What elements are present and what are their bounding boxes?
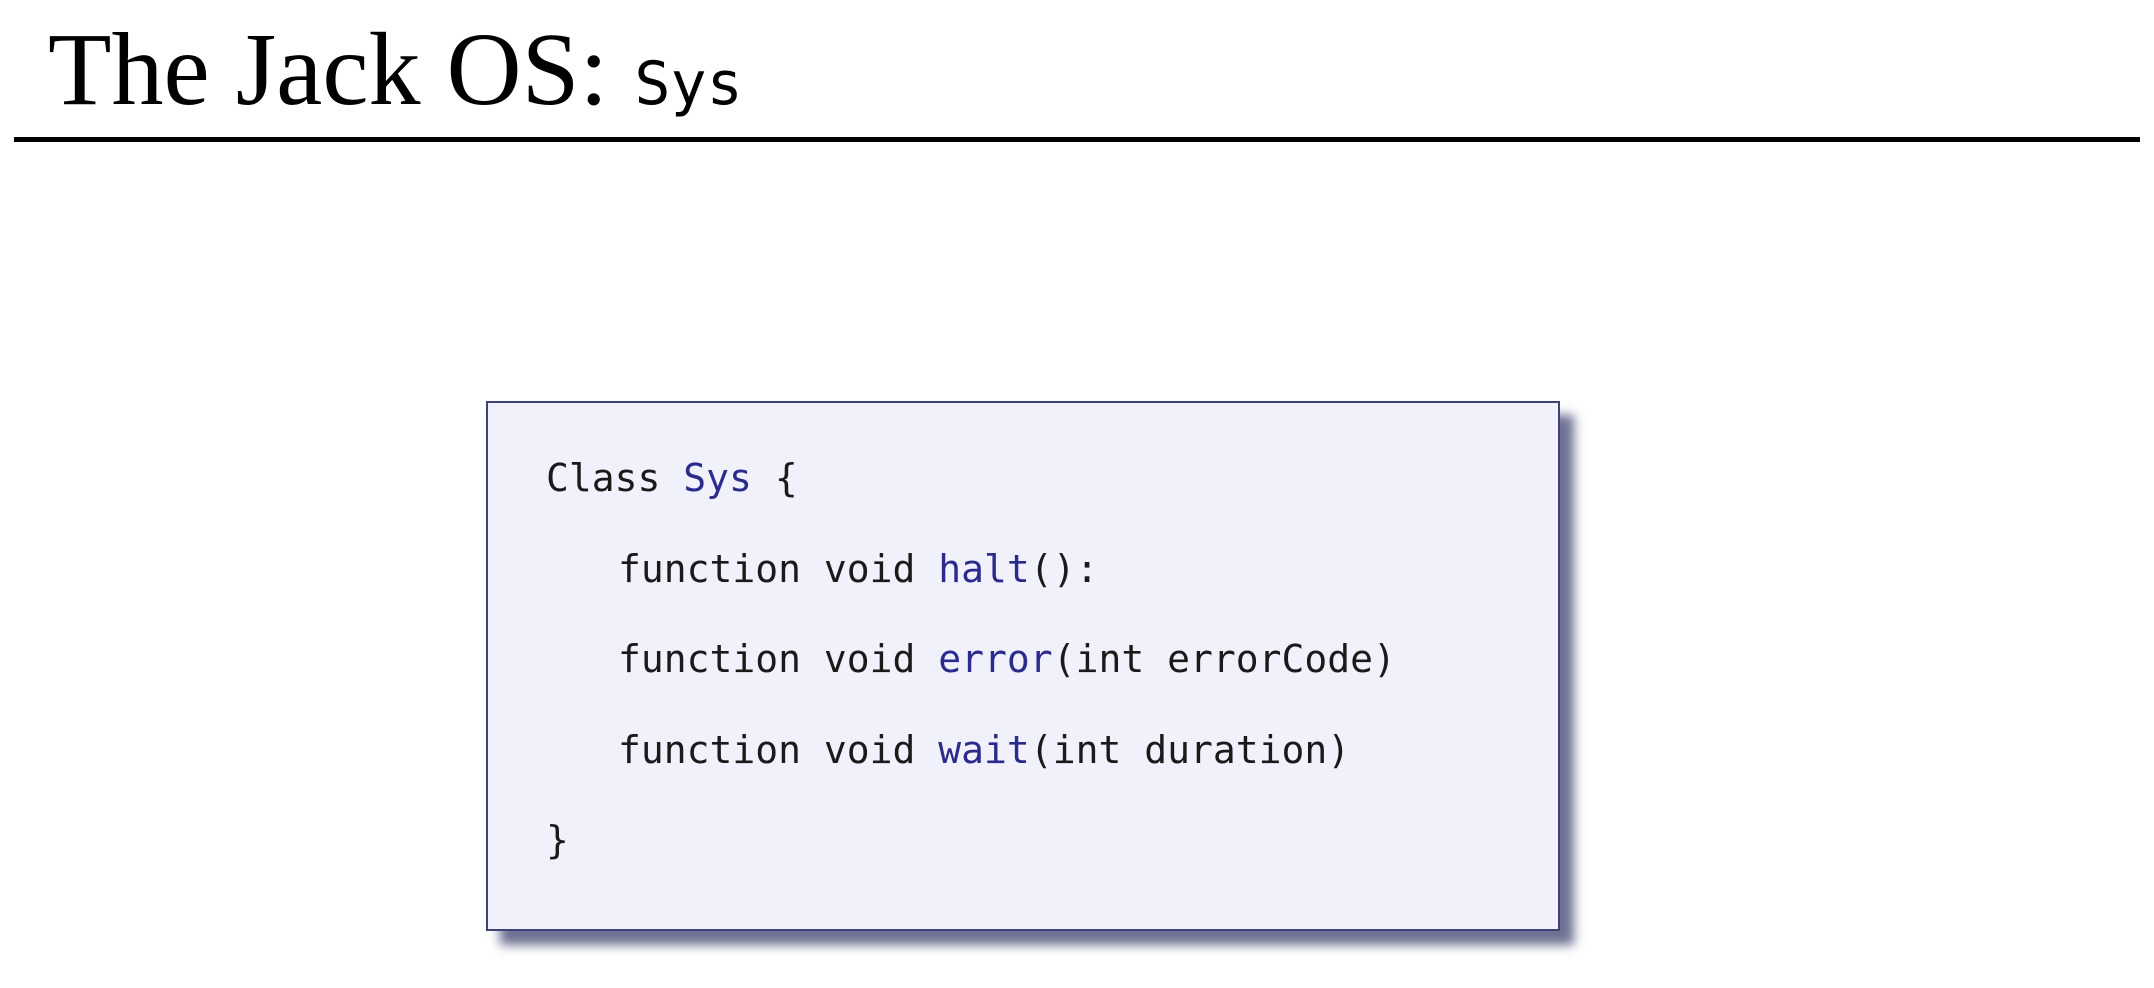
title-divider [14,137,2140,142]
method-params: (): [1029,547,1099,591]
title-code: Sys [634,49,743,119]
method-line-error: function void error(int errorCode) [618,640,1396,678]
class-declaration-line: Class Sys { [546,459,798,497]
code-box: Class Sys { function void halt(): functi… [486,401,1560,931]
method-line-wait: function void wait(int duration) [618,731,1350,769]
title-text: The Jack OS: [48,12,635,127]
method-name: wait [938,728,1030,772]
open-brace: { [774,456,798,500]
method-signature-prefix: function void [618,637,939,681]
method-name: halt [938,547,1030,591]
method-signature-prefix: function void [618,728,939,772]
method-params: (int duration) [1029,728,1351,772]
class-keyword: Class [546,456,661,500]
method-line-halt: function void halt(): [618,550,1098,588]
class-name: Sys [683,456,752,500]
method-signature-prefix: function void [618,547,939,591]
method-params: (int errorCode) [1052,637,1396,681]
close-brace: } [546,818,569,862]
slide-title: The Jack OS: Sys [48,10,743,130]
method-name: error [938,637,1053,681]
